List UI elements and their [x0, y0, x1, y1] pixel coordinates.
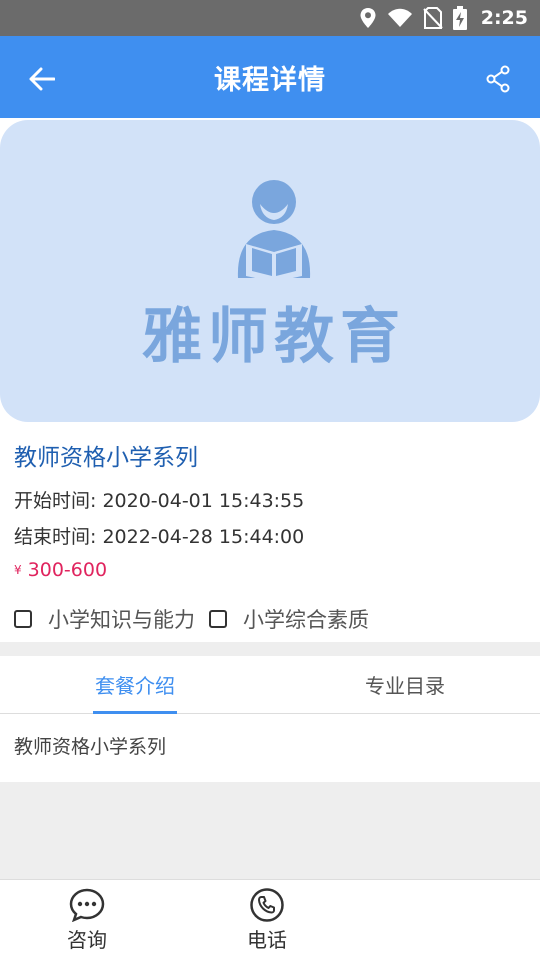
- wifi-icon: [387, 8, 413, 28]
- tab-label: 套餐介绍: [95, 674, 175, 698]
- consult-button[interactable]: 咨询: [42, 888, 132, 953]
- yen-icon: ¥: [14, 563, 22, 577]
- status-bar: 2:25: [0, 0, 540, 36]
- subject-label: 小学知识与能力: [48, 608, 195, 632]
- status-time: 2:25: [480, 7, 528, 29]
- course-banner: 雅师教育: [0, 120, 540, 422]
- back-button[interactable]: [24, 61, 60, 97]
- price: ¥ 300-600: [14, 559, 107, 581]
- phone-label: 电话: [247, 928, 287, 952]
- app-bar: 课程详情: [0, 36, 540, 118]
- subject-label: 小学综合素质: [243, 608, 369, 632]
- chat-icon: [69, 888, 105, 922]
- checkbox[interactable]: [209, 610, 227, 628]
- tab-catalog[interactable]: 专业目录: [270, 656, 540, 713]
- page-title: 课程详情: [214, 64, 326, 96]
- battery-charging-icon: [452, 6, 467, 30]
- subject-options: 小学知识与能力 小学综合素质: [14, 604, 383, 634]
- phone-button[interactable]: 电话: [222, 888, 312, 953]
- brand-logo-text: 雅师教育: [142, 302, 406, 372]
- tab-label: 专业目录: [365, 674, 445, 698]
- bottom-bar: 咨询 电话: [0, 879, 540, 960]
- tab-bar: 套餐介绍 专业目录: [0, 656, 540, 714]
- share-icon: [486, 65, 510, 93]
- subject-option-knowledge[interactable]: 小学知识与能力: [14, 604, 195, 634]
- course-title: 教师资格小学系列: [14, 445, 198, 471]
- banner-container: 雅师教育: [0, 118, 540, 428]
- price-value: 300-600: [27, 559, 108, 581]
- start-time: 开始时间: 2020-04-01 15:43:55: [14, 490, 305, 512]
- no-sim-icon: [423, 7, 443, 29]
- end-time: 结束时间: 2022-04-28 15:44:00: [14, 526, 305, 548]
- consult-label: 咨询: [67, 928, 107, 952]
- share-button[interactable]: [480, 61, 516, 97]
- phone-icon: [250, 888, 284, 922]
- course-info: 教师资格小学系列 开始时间: 2020-04-01 15:43:55 结束时间:…: [0, 426, 540, 642]
- location-icon: [359, 7, 377, 29]
- tab-package-intro[interactable]: 套餐介绍: [0, 656, 270, 713]
- subject-option-quality[interactable]: 小学综合素质: [209, 604, 369, 634]
- tab-content: 教师资格小学系列: [0, 714, 540, 782]
- teacher-reading-icon: [228, 178, 320, 286]
- arrow-left-icon: [29, 67, 55, 91]
- checkbox[interactable]: [14, 610, 32, 628]
